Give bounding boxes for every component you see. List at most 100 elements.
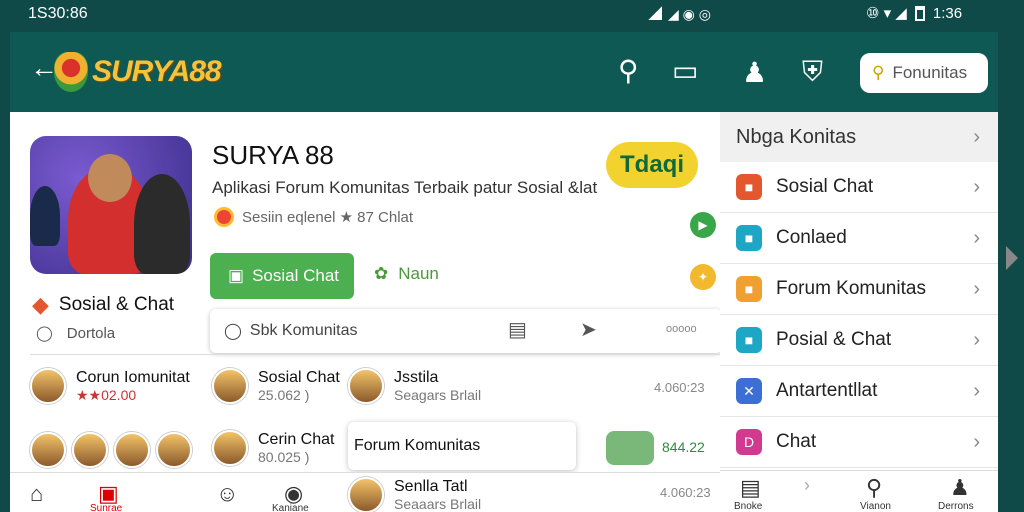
search-icon[interactable]: ⚲ [618, 54, 639, 87]
text-icon[interactable]: ▤ [508, 317, 527, 342]
panel-header[interactable]: Nbga Konitas › [720, 112, 998, 162]
panel-nav-label: Bnoke [734, 501, 763, 512]
app-subtitle: Aplikasi Forum Komunitas Terbaik patur S… [212, 178, 598, 197]
person-figure [134, 174, 190, 274]
chevron-right-icon: › [973, 379, 980, 402]
chevron-right-icon: › [973, 430, 980, 453]
panel-item-label: Chat [776, 431, 817, 452]
edge-arrow-icon[interactable] [1006, 246, 1018, 270]
panel-item-label: Conlaed [776, 227, 847, 248]
item-sub: 80.025 ) [258, 449, 310, 465]
list-item[interactable]: Corun Iomunitat ★★02.00 [30, 368, 190, 404]
category-icon: ■ [736, 225, 762, 251]
panel-item-conlaed[interactable]: ■ Conlaed › [720, 213, 998, 264]
forum-card[interactable]: Forum Komunitas [348, 422, 576, 470]
profile-icon[interactable]: ☺ [216, 481, 238, 507]
panel-item-sosial-chat[interactable]: ■ Sosial Chat › [720, 162, 998, 213]
social-chat-button[interactable]: ▣ Sosial Chat [210, 253, 354, 299]
play-icon[interactable]: ▶ [690, 212, 716, 238]
home-icon[interactable]: ⌂ [30, 481, 43, 507]
avatar [212, 430, 248, 466]
chevron-right-icon: › [973, 125, 980, 148]
notification-icon[interactable]: ▭ [672, 54, 698, 87]
social-chat-label: Sosial Chat [252, 266, 339, 285]
secondary-link-label: Naun [398, 264, 439, 283]
people-icon[interactable]: ♟ [950, 475, 970, 501]
shield-icon[interactable]: ⛨ [802, 56, 823, 89]
item-sub: Seaaars Brlail [394, 496, 482, 512]
item-name: Cerin Chat [258, 431, 335, 448]
app-meta: Sesiin eqlenel ★ 87 Chlat [214, 207, 413, 227]
chevron-right-icon: › [973, 175, 980, 198]
panel-nav-label: Vianon [860, 501, 891, 512]
brand-logo: SURYA88 [54, 52, 222, 92]
status-icons: ◢ ◉ ◎ [648, 6, 711, 23]
avatar[interactable] [30, 432, 66, 468]
status-right: ⑩ ▾ ◢ 1:36 [866, 4, 962, 23]
avatar [348, 368, 384, 404]
panel-item-chat[interactable]: D Chat › [720, 417, 998, 468]
signal-icon [648, 6, 662, 20]
category-label: ◆ Sosial & Chat [32, 292, 174, 318]
panel-top-bar: ♟ ⛨ ⚲ Fonunitas [720, 32, 998, 112]
panel-item-forum[interactable]: ■ Forum Komunitas › [720, 264, 998, 315]
panel-item-antartentllat[interactable]: ✕ Antartentllat › [720, 366, 998, 417]
chevron-right-icon: › [973, 277, 980, 300]
search-icon[interactable]: ⚲ [866, 475, 882, 501]
info-icon: ◯ [36, 325, 53, 342]
search-placeholder: Sbk Komunitas [249, 322, 358, 339]
list-item[interactable]: Jsstila Seagars Brlail [348, 368, 481, 404]
list-item[interactable]: Sosial Chat 25.062 ) [212, 368, 340, 404]
panel-search-text: Fonunitas [892, 63, 968, 82]
secondary-link[interactable]: ✿ Naun [374, 264, 439, 284]
category-icon: ■ [736, 276, 762, 302]
list-item[interactable]: Senlla Tatl Seaaars Brlail [348, 477, 481, 512]
item-sub: 25.062 ) [258, 387, 310, 403]
more-dots[interactable]: ooooo [666, 323, 697, 335]
panel-item-label: Forum Komunitas [776, 278, 926, 299]
category-icon: ✕ [736, 378, 762, 404]
building-icon[interactable]: ▤ [740, 475, 761, 501]
item-name: Corun Iomunitat [76, 368, 190, 386]
avatar[interactable] [156, 432, 192, 468]
star-icon[interactable]: ✦ [690, 264, 716, 290]
status-time: 1S30:86 [28, 5, 88, 22]
status-mid-icons: ◢ ◉ ◎ [668, 6, 711, 22]
app-title: SURYA 88 [212, 140, 334, 170]
active-tab-label: Sunrae [90, 503, 123, 512]
avatar[interactable] [72, 432, 108, 468]
share-icon[interactable]: ➤ [580, 317, 597, 342]
badge-icon [214, 207, 234, 227]
item-time: 4.060:23 [660, 485, 711, 500]
panel-header-text: Nbga Konitas [736, 125, 857, 148]
logo-mark-icon [54, 52, 88, 92]
bottom-nav: ⌂ ▣ Sunrae ☺ ◉ Kaniane Senlla Tatl Seaaar… [10, 472, 722, 512]
panel-item-posial-chat[interactable]: ■ Posial & Chat › [720, 315, 998, 366]
panel-item-label: Posial & Chat [776, 329, 892, 350]
list-item[interactable]: Cerin Chat 80.025 ) [212, 430, 334, 466]
category-sub: ◯ Dortola [36, 324, 115, 343]
avatar[interactable] [114, 432, 150, 468]
panel-item-label: Sosial Chat [776, 176, 874, 197]
item-sub: ★★02.00 [76, 386, 137, 403]
panel-bottom-nav: ▤ Bnoke › ⚲ Vianon ♟ Derrons [720, 470, 998, 512]
panel-search[interactable]: ⚲ Fonunitas [860, 53, 988, 93]
chip-icon[interactable] [606, 431, 654, 465]
chevron-right-icon: › [973, 328, 980, 351]
item-time: 4.060:23 [654, 380, 705, 395]
category-icon: ◆ [32, 292, 49, 317]
brand-name: SURYA88 [92, 55, 222, 88]
community-search[interactable]: ◯ Sbk Komunitas ▤ ➤ ooooo [210, 309, 722, 353]
category-text: Sosial & Chat [58, 294, 175, 315]
people-icon[interactable]: ♟ [742, 56, 767, 89]
hero-image [30, 136, 192, 274]
chip-value: 844.22 [662, 439, 705, 455]
avatar-row [30, 432, 192, 468]
top-bar: ← SURYA88 ⚲ ▭ [10, 32, 722, 112]
install-pill-button[interactable]: Tdaqi [606, 142, 698, 188]
avatar [212, 368, 248, 404]
back-arrow-icon[interactable]: ← [30, 52, 58, 84]
item-sub: Seagars Brlail [394, 387, 482, 403]
divider [30, 354, 720, 355]
leaf-icon: ✿ [374, 264, 389, 283]
